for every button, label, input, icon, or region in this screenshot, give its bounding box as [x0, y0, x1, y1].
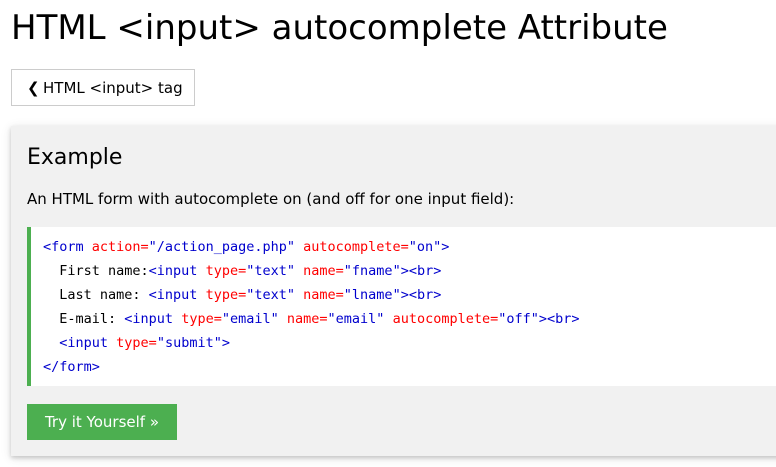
example-description: An HTML form with autocomplete on (and o…: [27, 190, 515, 208]
code-attribute: autocomplete=: [384, 311, 499, 327]
code-value: "off": [498, 311, 539, 327]
code-line: <input type="submit">: [43, 331, 776, 355]
code-tag: <input: [59, 335, 109, 351]
code-tag: >: [441, 239, 450, 255]
code-tag: <form: [43, 239, 84, 255]
back-to-input-tag-button[interactable]: ❮ HTML <input> tag: [11, 69, 195, 106]
code-value: "text": [246, 263, 296, 279]
code-attribute: name=: [295, 263, 344, 279]
code-line: <form action="/action_page.php" autocomp…: [43, 235, 776, 259]
code-value: "fname": [343, 263, 401, 279]
code-tag: <input: [148, 287, 198, 303]
code-tag: </form>: [43, 359, 100, 375]
code-tag: ><br>: [538, 311, 580, 327]
example-panel: Example An HTML form with autocomplete o…: [11, 126, 776, 456]
code-tag: >: [221, 335, 230, 351]
code-attribute: type=: [197, 263, 247, 279]
code-tag: <input: [124, 311, 174, 327]
code-line: E-mail: <input type="email" name="email"…: [43, 307, 776, 331]
code-attribute: type=: [197, 287, 247, 303]
code-tag: ><br>: [400, 287, 442, 303]
code-value: "on": [408, 239, 442, 255]
code-value: "lname": [343, 287, 401, 303]
code-tag: <input: [148, 263, 198, 279]
code-attribute: name=: [278, 311, 328, 327]
code-value: "email": [221, 311, 279, 327]
code-line: Last name: <input type="text" name="lnam…: [43, 283, 776, 307]
page: HTML <input> autocomplete Attribute ❮ HT…: [0, 0, 776, 467]
code-value: "/action_page.php": [148, 239, 295, 255]
code-line: First name:<input type="text" name="fnam…: [43, 259, 776, 283]
code-text: First name:: [43, 263, 149, 279]
chevron-left-icon: ❮: [27, 78, 40, 97]
code-value: "email": [327, 311, 385, 327]
code-attribute: autocomplete=: [294, 239, 409, 255]
code-attribute: name=: [295, 287, 344, 303]
example-heading: Example: [27, 145, 123, 170]
code-attribute: action=: [83, 239, 149, 255]
code-line: </form>: [43, 355, 776, 379]
page-title: HTML <input> autocomplete Attribute: [11, 8, 668, 48]
code-attribute: type=: [108, 335, 157, 351]
code-attribute: type=: [173, 311, 222, 327]
code-value: "text": [246, 287, 296, 303]
code-text: E-mail:: [43, 311, 125, 327]
code-block: <form action="/action_page.php" autocomp…: [27, 227, 776, 386]
code-tag: ><br>: [400, 263, 442, 279]
try-it-yourself-button[interactable]: Try it Yourself »: [27, 404, 177, 440]
code-value: "submit": [156, 335, 222, 351]
code-text: Last name:: [43, 287, 149, 303]
back-button-label: HTML <input> tag: [43, 78, 183, 97]
